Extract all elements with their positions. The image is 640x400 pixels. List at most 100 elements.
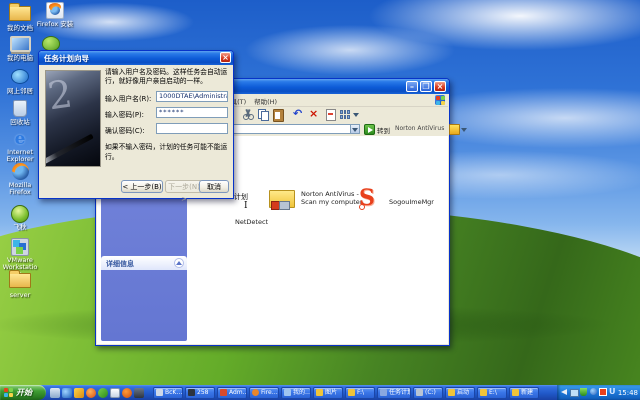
desktop-icon-feiq[interactable]: 飞秋: [1, 204, 39, 231]
task-button[interactable]: 258: [185, 387, 215, 399]
icon-label: 飞秋: [1, 224, 39, 231]
desktop-icon-server-folder[interactable]: server: [1, 270, 39, 299]
msn-icon[interactable]: [98, 388, 108, 398]
task-button[interactable]: 我的…: [281, 387, 311, 399]
close-button[interactable]: ×: [434, 81, 446, 92]
icon-label: Internet Explorer: [1, 149, 39, 163]
frog-icon: [42, 36, 60, 51]
word-icon[interactable]: [110, 388, 120, 398]
task-button[interactable]: BcK…: [153, 387, 183, 399]
norton-dropdown-icon[interactable]: [461, 128, 467, 132]
norton-toolbar-icon[interactable]: [449, 124, 460, 135]
vmware-icon: [9, 238, 31, 256]
task-button[interactable]: 任务计划: [377, 387, 411, 399]
icon-label: Mozilla Firefox: [1, 182, 39, 196]
show-desktop-icon[interactable]: [50, 388, 60, 398]
icon-label: 回收站: [1, 119, 39, 126]
back-button[interactable]: < 上一步(B): [121, 180, 163, 193]
views-icon[interactable]: [340, 110, 350, 119]
confirm-password-input[interactable]: [156, 123, 228, 134]
folder-icon: [348, 389, 355, 396]
norton-toolbar-label[interactable]: Norton AntiVirus: [395, 125, 444, 132]
minimize-button[interactable]: –: [406, 81, 418, 92]
wizard-title: 任务计划向导: [44, 53, 89, 64]
go-label[interactable]: 转到: [377, 125, 390, 135]
network-icon[interactable]: [570, 389, 579, 397]
menu-help[interactable]: 帮助(H): [254, 96, 277, 106]
app-icon: [188, 389, 195, 396]
properties-icon[interactable]: [326, 109, 336, 121]
firefox-task-icon: [252, 389, 259, 396]
icon-label: Firefox 安装: [36, 21, 74, 28]
sogou-icon-ring: [359, 204, 365, 210]
ibeam-cursor-icon: I: [244, 201, 248, 211]
network-places-icon: [9, 69, 31, 87]
details-chevron-icon[interactable]: [174, 258, 184, 268]
confirm-password-label: 确认密码(C):: [105, 125, 145, 135]
desktop-icon-internet-explorer[interactable]: e Internet Explorer: [1, 130, 39, 163]
desktop-icon-my-documents[interactable]: 我的文档: [1, 3, 39, 32]
task-button[interactable]: 启动: [445, 387, 475, 399]
sogou-item-label: SogouImeMgr: [389, 198, 434, 206]
task-button[interactable]: E:\: [477, 387, 507, 399]
computer-icon: [284, 389, 291, 396]
norton-task-icon-badge-gray: [279, 201, 290, 210]
task-button[interactable]: Adm…: [217, 387, 247, 399]
wizard-intro-text: 请输入用户名及密码。这样任务会自动运行，就好像用户亲自启动的一样。: [105, 68, 229, 85]
tray-clock[interactable]: 15:48: [618, 389, 638, 397]
task-button[interactable]: F:\: [345, 387, 375, 399]
folder-icon: [512, 389, 519, 396]
messenger-icon[interactable]: [590, 388, 597, 395]
cut-icon[interactable]: [243, 109, 253, 120]
icon-label: 我的电脑: [1, 55, 39, 62]
copy-icon[interactable]: [258, 109, 269, 120]
firefox-icon: [9, 163, 31, 181]
shield-icon[interactable]: [580, 388, 587, 396]
wizard-titlebar[interactable]: 任务计划向导 ×: [39, 51, 233, 65]
paste-icon[interactable]: [273, 109, 284, 122]
next-button[interactable]: 下一步(N) >: [165, 180, 203, 193]
ie-icon[interactable]: [62, 388, 72, 398]
wizard-note: 如果不输入密码，计划的任务可能不能运行。: [105, 141, 231, 161]
media-player-icon[interactable]: [86, 388, 96, 398]
quick-launch: [50, 387, 150, 398]
cancel-button[interactable]: 取消: [199, 180, 229, 193]
desktop-screen: 我的文档 我的电脑 网上邻居 回收站 e Internet Explorer M…: [0, 0, 640, 400]
icon-label: server: [1, 292, 39, 299]
undo-icon[interactable]: ↶: [293, 107, 302, 120]
youdao-u-icon[interactable]: U: [609, 387, 616, 396]
norton-item-line1: Norton AntiVirus -: [301, 190, 362, 198]
go-icon[interactable]: [364, 124, 375, 135]
task-button[interactable]: 图片: [313, 387, 343, 399]
folder-icon: [9, 273, 31, 291]
desktop-icon-my-computer[interactable]: 我的电脑: [1, 35, 39, 62]
sogou-tray-icon[interactable]: [599, 388, 607, 396]
password-input[interactable]: ******: [156, 107, 228, 118]
desktop-icon-firefox-setup[interactable]: Firefox 安装: [36, 2, 74, 28]
task-button[interactable]: (C:): [413, 387, 443, 399]
firefox-ql-icon[interactable]: [122, 388, 132, 398]
realplayer-icon[interactable]: [134, 388, 144, 398]
delete-icon[interactable]: ×: [309, 107, 318, 120]
start-button[interactable]: 开始: [0, 385, 46, 400]
desktop-icon-recycle-bin[interactable]: 回收站: [1, 99, 39, 126]
volume-icon[interactable]: [561, 389, 567, 395]
task-button[interactable]: Fire…: [249, 387, 279, 399]
username-input[interactable]: 1000DTAE\Administrator: [156, 91, 228, 102]
task-button[interactable]: 新建: [509, 387, 539, 399]
username-label: 输入用户名(R):: [105, 93, 151, 103]
outlook-icon[interactable]: [74, 388, 84, 398]
details-section-header[interactable]: 详细信息: [101, 256, 187, 270]
desktop-icon-network-places[interactable]: 网上邻居: [1, 67, 39, 95]
netdetect-item-label[interactable]: NetDetect: [235, 218, 268, 226]
start-flag-icon: [4, 388, 13, 397]
desktop-icon-firefox[interactable]: Mozilla Firefox: [1, 163, 39, 196]
restore-button[interactable]: ❐: [420, 81, 432, 92]
sogou-task-item[interactable]: S SogouImeMgr: [359, 186, 448, 214]
desktop-icon-frog-shortcut[interactable]: [42, 36, 60, 51]
views-dropdown-icon[interactable]: [353, 113, 359, 117]
my-documents-icon: [9, 6, 31, 24]
wizard-close-button[interactable]: ×: [220, 52, 231, 63]
address-dropdown-button[interactable]: [351, 124, 360, 134]
folder-icon: [480, 389, 487, 396]
